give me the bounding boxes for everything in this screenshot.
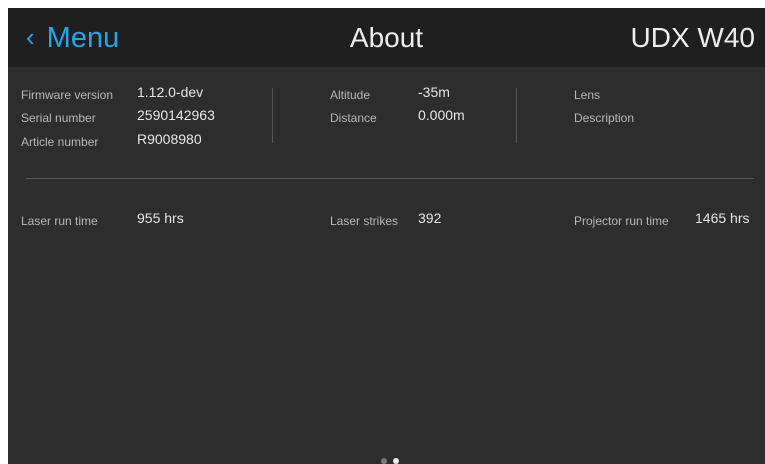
altitude-label: Altitude <box>330 88 371 102</box>
serial-number-label: Serial number <box>21 111 96 125</box>
column-divider <box>272 88 273 143</box>
article-number-label: Article number <box>21 135 99 149</box>
section-divider <box>26 178 754 179</box>
device-model: UDX W40 <box>630 22 755 53</box>
firmware-version-label: Firmware version <box>21 88 114 102</box>
page-indicator-2[interactable] <box>393 458 399 464</box>
article-number-value: R9008980 <box>137 131 202 147</box>
altitude-value: -35m <box>418 84 450 100</box>
laser-strikes-value: 392 <box>418 210 442 226</box>
about-screen: ‹ Menu About UDX W40 Firmware version 1.… <box>8 8 765 464</box>
laser-run-time-label: Laser run time <box>21 214 98 228</box>
firmware-version-value: 1.12.0-dev <box>137 84 204 100</box>
column-divider <box>516 88 517 143</box>
distance-value: 0.000m <box>418 107 465 123</box>
projector-run-time-label: Projector run time <box>574 214 669 228</box>
page-indicator-1[interactable] <box>381 458 387 464</box>
laser-strikes-label: Laser strikes <box>330 214 399 228</box>
laser-run-time-value: 955 hrs <box>137 210 184 226</box>
lens-label: Lens <box>574 88 601 102</box>
serial-number-value: 2590142963 <box>137 107 215 123</box>
distance-label: Distance <box>330 111 377 125</box>
projector-run-time-value: 1465 hrs <box>695 210 750 226</box>
header-bar: ‹ Menu About UDX W40 <box>8 8 765 67</box>
description-label: Description <box>574 111 635 125</box>
